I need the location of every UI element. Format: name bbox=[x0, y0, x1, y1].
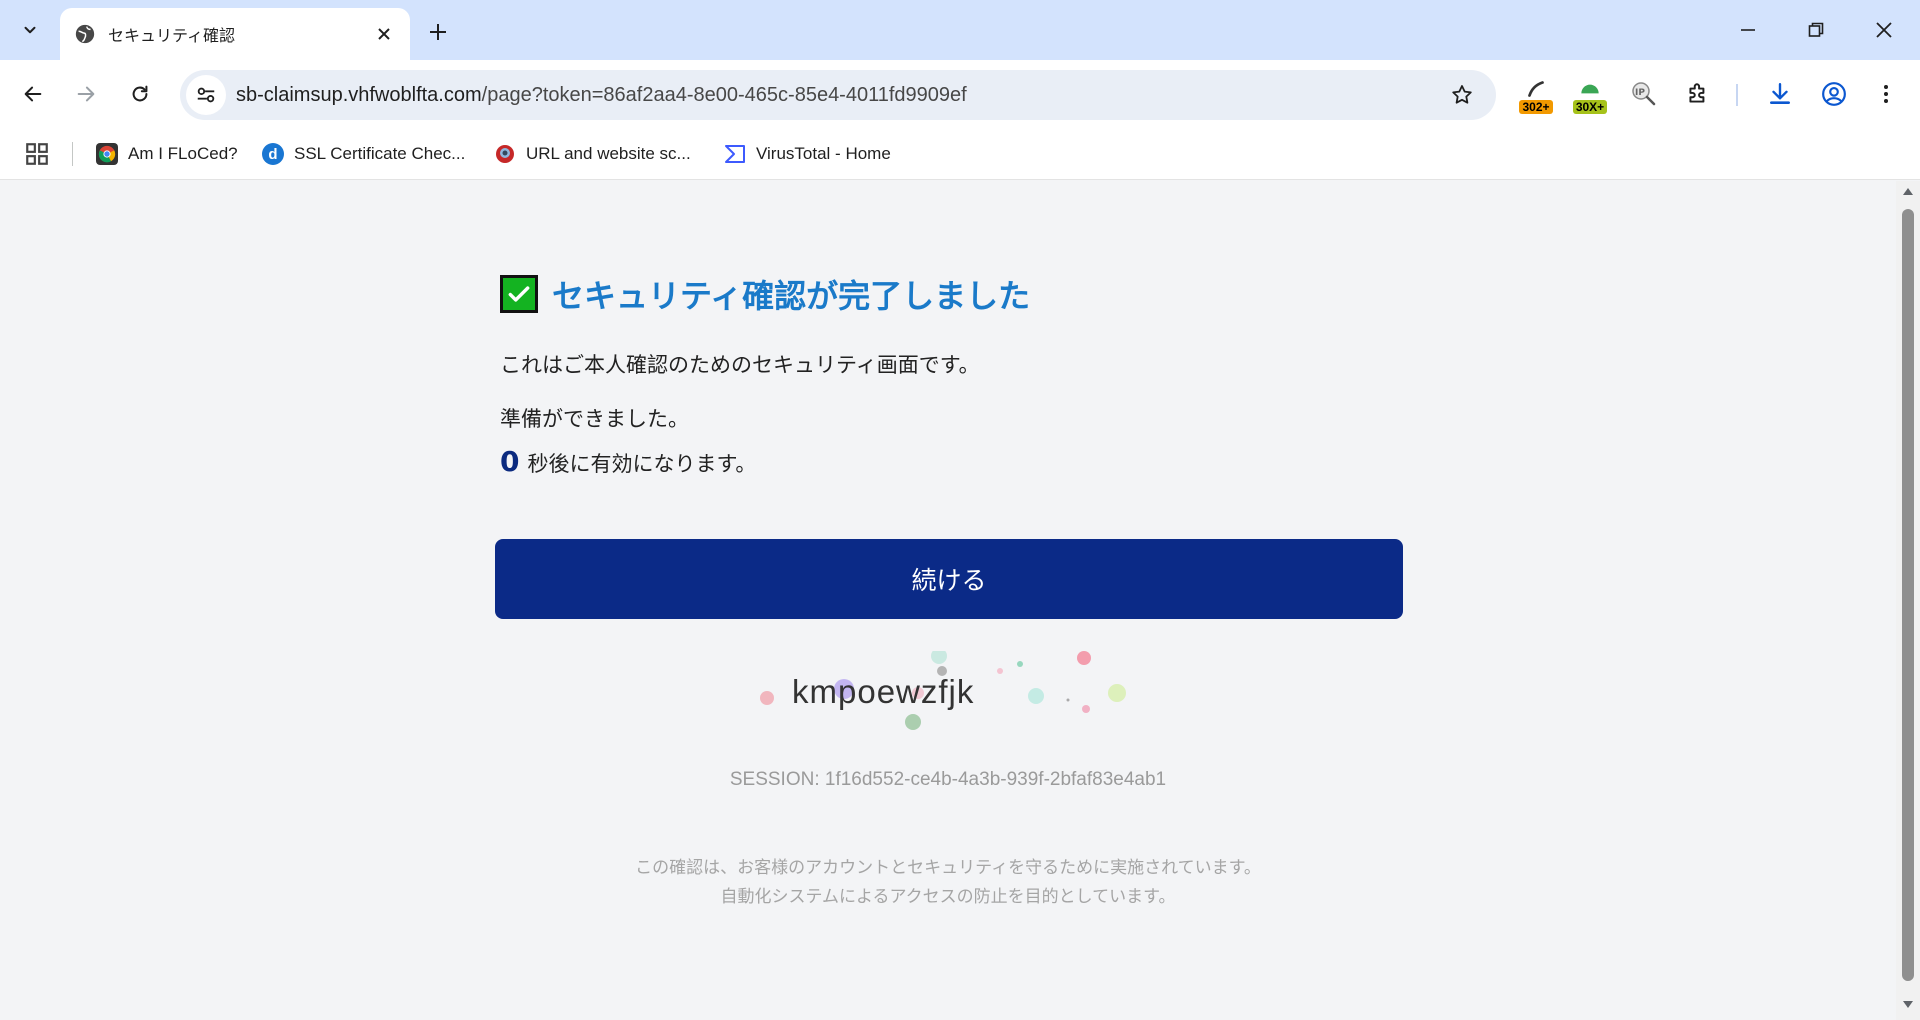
globe-icon bbox=[74, 23, 96, 45]
description-text: これはご本人確認のためのセキュリティ画面です。 bbox=[500, 353, 980, 377]
bookmark-label: Am I FLoCed? bbox=[128, 144, 238, 163]
virustotal-icon bbox=[724, 143, 746, 165]
bookmark-item[interactable]: URL and website sc... bbox=[494, 138, 691, 170]
toolbar-separator bbox=[1736, 84, 1738, 106]
back-button[interactable] bbox=[13, 74, 53, 114]
extension-redirect-30x[interactable]: 30X+ bbox=[1568, 74, 1612, 114]
restore-button[interactable] bbox=[1782, 0, 1850, 60]
arrow-right-icon bbox=[77, 86, 95, 102]
bookmark-star-button[interactable] bbox=[1442, 75, 1482, 115]
page-heading: セキュリティ確認が完了しました bbox=[500, 271, 1030, 317]
bookmarks-separator bbox=[72, 142, 73, 166]
star-icon bbox=[1452, 85, 1472, 104]
tab-close-button[interactable] bbox=[372, 22, 396, 46]
extension-badge: 302+ bbox=[1519, 100, 1553, 114]
ip-lookup-icon: IP bbox=[1632, 82, 1656, 106]
countdown-suffix: 秒後に有効になります。 bbox=[527, 452, 757, 476]
reload-button[interactable] bbox=[120, 74, 160, 114]
captcha-image: kmpoewzfjk bbox=[740, 651, 1140, 741]
vertical-scrollbar[interactable] bbox=[1896, 181, 1920, 1020]
close-icon bbox=[378, 28, 390, 40]
countdown-number: 0 bbox=[500, 445, 520, 478]
site-info-button[interactable] bbox=[186, 75, 226, 115]
scroll-down-arrow-icon[interactable] bbox=[1902, 999, 1914, 1009]
chrome-icon bbox=[96, 143, 118, 165]
page-content: セキュリティ確認が完了しました これはご本人確認のためのセキュリティ画面です。 … bbox=[0, 181, 1896, 1020]
downloads-button[interactable] bbox=[1758, 74, 1802, 114]
arrow-left-icon bbox=[24, 86, 42, 102]
scroll-up-arrow-icon[interactable] bbox=[1902, 187, 1914, 197]
toolbar: sb-claimsup.vhfwoblfta.com/page?token=86… bbox=[0, 60, 1920, 128]
bookmark-label: VirusTotal - Home bbox=[756, 144, 891, 163]
scrollbar-thumb[interactable] bbox=[1902, 209, 1914, 981]
tab-strip: セキュリティ確認 bbox=[0, 0, 1920, 60]
footer-line: 自動化システムによるアクセスの防止を目的としています。 bbox=[720, 887, 1176, 907]
footer-line: この確認は、お客様のアカウントとセキュリティを守るために実施されています。 bbox=[635, 858, 1261, 878]
d-icon: d bbox=[262, 143, 284, 165]
url-path: /page?token=86af2aa4-8e00-465c-85e4-4011… bbox=[481, 83, 967, 106]
minimize-button[interactable] bbox=[1714, 0, 1782, 60]
continue-button[interactable]: 続ける bbox=[495, 539, 1403, 619]
redirect-302-icon bbox=[1528, 81, 1544, 97]
tab-title: セキュリティ確認 bbox=[108, 26, 236, 45]
bookmark-item[interactable]: Am I FLoCed? bbox=[96, 138, 238, 170]
profile-button[interactable] bbox=[1812, 74, 1856, 114]
reload-icon bbox=[132, 85, 148, 102]
extension-badge: 30X+ bbox=[1572, 100, 1608, 114]
plus-icon bbox=[430, 24, 446, 40]
forward-button[interactable] bbox=[66, 74, 106, 114]
restore-icon bbox=[1808, 22, 1824, 37]
extensions-menu-button[interactable] bbox=[1676, 74, 1720, 114]
bookmark-label: SSL Certificate Chec... bbox=[294, 144, 466, 163]
extension-redirect-302[interactable]: 302+ bbox=[1514, 74, 1558, 114]
check-mark-icon bbox=[500, 275, 538, 313]
download-icon bbox=[1770, 83, 1790, 104]
bookmark-item[interactable]: d SSL Certificate Chec... bbox=[262, 138, 465, 170]
url-text[interactable]: sb-claimsup.vhfwoblfta.com/page?token=86… bbox=[236, 84, 1442, 107]
urlscan-icon bbox=[494, 143, 516, 165]
captcha-text: kmpoewzfjk bbox=[792, 673, 975, 710]
minimize-icon bbox=[1741, 29, 1755, 31]
footer-note: この確認は、お客様のアカウントとセキュリティを守るために実施されています。 自動… bbox=[0, 854, 1896, 912]
bookmark-item[interactable]: VirusTotal - Home bbox=[724, 138, 891, 170]
account-circle-icon bbox=[1822, 82, 1846, 106]
countdown-row: 0 秒後に有効になります。 bbox=[500, 445, 756, 478]
browser-menu-button[interactable] bbox=[1864, 74, 1908, 114]
more-vertical-icon bbox=[1884, 85, 1888, 103]
session-id: SESSION: 1f16d552-ce4b-4a3b-939f-2bfaf83… bbox=[729, 769, 1167, 790]
svg-text:IP: IP bbox=[1635, 88, 1645, 98]
ready-text: 準備ができました。 bbox=[500, 407, 689, 431]
new-tab-button[interactable] bbox=[420, 14, 456, 50]
close-icon bbox=[1876, 22, 1892, 38]
close-window-button[interactable] bbox=[1850, 0, 1918, 60]
redirect-30x-icon bbox=[1581, 84, 1599, 94]
extension-ip-lookup[interactable]: IP bbox=[1622, 74, 1666, 114]
url-host: sb-claimsup.vhfwoblfta.com bbox=[236, 83, 482, 106]
page-title: セキュリティ確認が完了しました bbox=[552, 277, 1031, 315]
chevron-down-icon bbox=[24, 26, 36, 34]
apps-grid-icon[interactable] bbox=[24, 141, 50, 167]
active-tab[interactable]: セキュリティ確認 bbox=[60, 8, 410, 60]
puzzle-extensions-icon bbox=[1689, 83, 1705, 103]
bookmarks-bar: Am I FLoCed? d SSL Certificate Chec... U… bbox=[0, 128, 1920, 180]
address-bar[interactable]: sb-claimsup.vhfwoblfta.com/page?token=86… bbox=[180, 70, 1496, 120]
tune-icon bbox=[197, 87, 215, 103]
bookmark-label: URL and website sc... bbox=[526, 144, 691, 163]
tab-search-button[interactable] bbox=[10, 12, 50, 48]
